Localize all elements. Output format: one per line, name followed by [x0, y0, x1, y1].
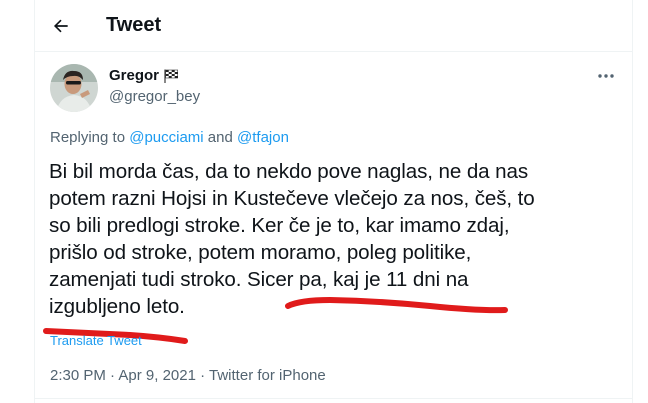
translate-tweet-link[interactable]: Translate Tweet — [50, 333, 142, 348]
mention-link[interactable]: @pucciami — [129, 129, 203, 146]
bottom-divider — [35, 398, 632, 399]
author-handle[interactable]: @gregor_bey — [109, 88, 200, 105]
tweet-source[interactable]: Twitter for iPhone — [209, 367, 326, 384]
page-title: Tweet — [106, 14, 162, 36]
more-button[interactable] — [592, 64, 620, 88]
tweet-meta: 2:30 PM · Apr 9, 2021 · Twitter for iPho… — [50, 367, 326, 384]
tweet-text: Bi bil morda čas, da to nekdo pove nagla… — [49, 158, 609, 320]
tweet-date[interactable]: Apr 9, 2021 — [118, 367, 196, 384]
tweet-time[interactable]: 2:30 PM — [50, 367, 106, 384]
replying-joiner: and — [203, 129, 238, 146]
left-border — [34, 0, 35, 403]
tweet-header: Tweet — [35, 0, 632, 51]
tweet-text-line: so bili predlogi stroke. Ker če je to, k… — [49, 214, 510, 237]
author-name[interactable]: Gregor — [109, 67, 179, 84]
right-border — [632, 0, 633, 403]
meta-separator: · — [105, 367, 119, 384]
avatar[interactable] — [50, 64, 98, 112]
replying-prefix: Replying to — [50, 129, 130, 146]
more-horizontal-icon — [598, 74, 614, 78]
mention-link[interactable]: @tfajon — [237, 129, 289, 146]
tweet-text-line: Bi bil morda čas, da to nekdo pove nagla… — [49, 160, 529, 183]
chequered-flag-icon — [164, 69, 179, 83]
arrow-left-icon — [53, 19, 68, 33]
replying-to: Replying to @pucciami and @tfajon — [50, 129, 289, 146]
tweet-text-line: zamenjati tudi stroko. Sicer pa, kaj je … — [49, 268, 469, 291]
header-divider — [35, 51, 632, 52]
tweet-text-line: potem razni Hojsi in Kustečeve vlečejo z… — [49, 187, 535, 210]
meta-separator: · — [195, 367, 210, 384]
tweet-text-line: izgubljeno leto. — [49, 295, 185, 318]
author-display-name[interactable]: Gregor — [109, 67, 159, 84]
back-button[interactable] — [45, 10, 77, 42]
profile-photo — [50, 64, 98, 112]
tweet-text-line: prišlo od stroke, potem moramo, poleg po… — [49, 241, 472, 264]
